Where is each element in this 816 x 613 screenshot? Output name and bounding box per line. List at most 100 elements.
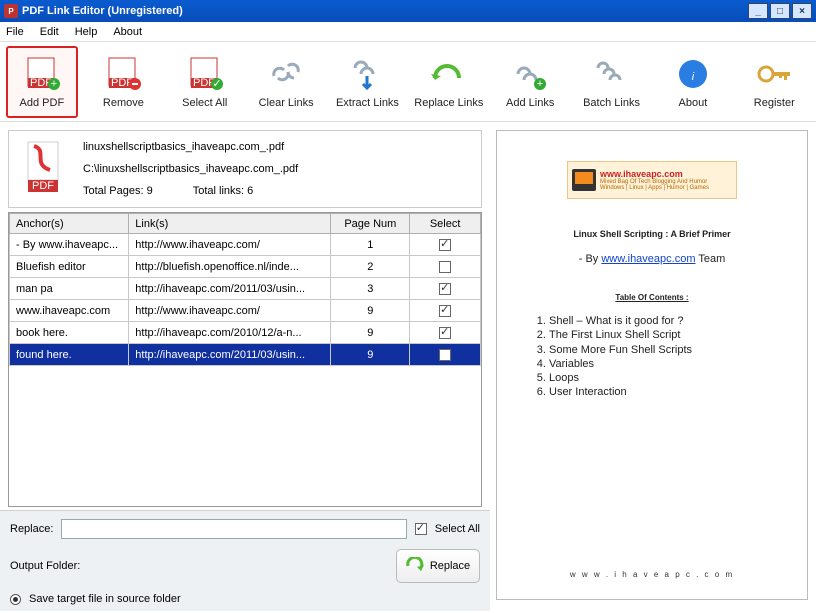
preview-toc-list: Shell – What is it good for ?The First L…	[531, 314, 783, 400]
svg-text:PDF: PDF	[32, 180, 54, 192]
cell-link: http://ihaveapc.com/2010/12/a-n...	[129, 322, 331, 344]
toolbar-add-pdf-label: Add PDF	[20, 97, 65, 109]
left-column: PDF linuxshellscriptbasics_ihaveapc.com_…	[0, 122, 490, 611]
preview-toc: Table Of Contents :	[521, 293, 783, 302]
preview-title: Linux Shell Scripting : A Brief Primer	[521, 229, 783, 239]
chain-clear-icon	[265, 55, 307, 93]
toolbar-about-label: About	[679, 97, 708, 109]
cell-page: 9	[331, 322, 410, 344]
select-all-label: Select All	[435, 523, 480, 535]
replace-input[interactable]	[61, 519, 406, 539]
toolbar-replace-links[interactable]: Replace Links	[413, 46, 484, 118]
maximize-button[interactable]: □	[770, 3, 790, 19]
title-bar: P PDF Link Editor (Unregistered) _ □ ×	[0, 0, 816, 22]
chain-batch-icon	[591, 55, 633, 93]
save-in-source-radio[interactable]	[10, 594, 21, 605]
save-in-source-label: Save target file in source folder	[29, 593, 181, 605]
cell-page: 2	[331, 256, 410, 278]
monitor-icon	[572, 169, 596, 191]
preview-by-link[interactable]: www.ihaveapc.com	[601, 253, 695, 265]
toolbar-clearlinks-label: Clear Links	[259, 97, 314, 109]
preview-banner: www.ihaveapc.com Mixed Bag Of Tech Blogg…	[567, 161, 737, 199]
links-grid: Anchor(s) Link(s) Page Num Select - By w…	[8, 212, 482, 507]
menu-help[interactable]: Help	[75, 26, 98, 38]
toolbar-batch-links[interactable]: Batch Links	[576, 46, 647, 118]
list-item: Some More Fun Shell Scripts	[549, 343, 783, 357]
replace-label: Replace:	[10, 523, 53, 535]
toolbar-register-label: Register	[754, 97, 795, 109]
bottom-panel: Replace: Select All Output Folder: Repla…	[0, 510, 490, 611]
cell-link: http://ihaveapc.com/2011/03/usin...	[129, 278, 331, 300]
menu-file[interactable]: File	[6, 26, 24, 38]
table-row[interactable]: man pahttp://ihaveapc.com/2011/03/usin..…	[10, 278, 481, 300]
toolbar-extractlinks-label: Extract Links	[336, 97, 399, 109]
table-row[interactable]: book here.http://ihaveapc.com/2010/12/a-…	[10, 322, 481, 344]
toolbar-remove-label: Remove	[103, 97, 144, 109]
menu-about[interactable]: About	[113, 26, 142, 38]
row-checkbox[interactable]	[439, 261, 451, 273]
pdf-add-icon: PDF+	[21, 55, 63, 93]
row-checkbox[interactable]	[439, 349, 451, 361]
svg-text:✓: ✓	[212, 78, 221, 90]
toolbar: PDF+ Add PDF PDF Remove PDF✓ Select All …	[0, 42, 816, 122]
toolbar-remove[interactable]: PDF Remove	[88, 46, 159, 118]
menu-edit[interactable]: Edit	[40, 26, 59, 38]
preview-byline: - By www.ihaveapc.com Team	[521, 253, 783, 265]
row-checkbox[interactable]	[439, 305, 451, 317]
app-icon: P	[4, 4, 18, 18]
cell-anchor: found here.	[10, 344, 129, 366]
cell-anchor: - By www.ihaveapc...	[10, 234, 129, 256]
replace-arrow-icon	[406, 557, 424, 575]
chain-replace-icon	[428, 55, 470, 93]
table-row[interactable]: - By www.ihaveapc...http://www.ihaveapc.…	[10, 234, 481, 256]
cell-page: 9	[331, 300, 410, 322]
col-anchor[interactable]: Anchor(s)	[10, 214, 129, 234]
file-path: C:\linuxshellscriptbasics_ihaveapc.com_.…	[83, 163, 471, 175]
cell-link: http://www.ihaveapc.com/	[129, 300, 331, 322]
cell-anchor: www.ihaveapc.com	[10, 300, 129, 322]
replace-button[interactable]: Replace	[396, 549, 480, 583]
svg-text:+: +	[537, 78, 543, 90]
toolbar-selectall-label: Select All	[182, 97, 227, 109]
toolbar-add-links[interactable]: + Add Links	[495, 46, 566, 118]
list-item: Loops	[549, 371, 783, 385]
col-select[interactable]: Select	[410, 214, 481, 234]
toolbar-register[interactable]: Register	[739, 46, 810, 118]
table-row[interactable]: www.ihaveapc.comhttp://www.ihaveapc.com/…	[10, 300, 481, 322]
row-checkbox[interactable]	[439, 239, 451, 251]
toolbar-extract-links[interactable]: Extract Links	[332, 46, 403, 118]
list-item: User Interaction	[549, 385, 783, 399]
cell-anchor: man pa	[10, 278, 129, 300]
close-button[interactable]: ×	[792, 3, 812, 19]
cell-page: 9	[331, 344, 410, 366]
chain-add-icon: +	[509, 55, 551, 93]
right-column: www.ihaveapc.com Mixed Bag Of Tech Blogg…	[490, 122, 816, 611]
cell-link: http://www.ihaveapc.com/	[129, 234, 331, 256]
col-page[interactable]: Page Num	[331, 214, 410, 234]
toolbar-clear-links[interactable]: Clear Links	[250, 46, 321, 118]
row-checkbox[interactable]	[439, 327, 451, 339]
toolbar-about[interactable]: i About	[657, 46, 728, 118]
replace-button-label: Replace	[430, 560, 470, 572]
cell-anchor: book here.	[10, 322, 129, 344]
total-pages: Total Pages: 9	[83, 185, 153, 197]
cell-anchor: Bluefish editor	[10, 256, 129, 278]
output-folder-label: Output Folder:	[10, 560, 80, 572]
toolbar-addlinks-label: Add Links	[506, 97, 554, 109]
minimize-button[interactable]: _	[748, 3, 768, 19]
banner-line3: Windows | Linux | Apps | Humor | Games	[600, 185, 709, 191]
row-checkbox[interactable]	[439, 283, 451, 295]
pdf-remove-icon: PDF	[102, 55, 144, 93]
toolbar-add-pdf[interactable]: PDF+ Add PDF	[6, 46, 78, 118]
banner-line1: www.ihaveapc.com	[600, 169, 709, 179]
table-row[interactable]: Bluefish editorhttp://bluefish.openoffic…	[10, 256, 481, 278]
toolbar-select-all[interactable]: PDF✓ Select All	[169, 46, 240, 118]
menu-bar: File Edit Help About	[0, 22, 816, 42]
pdf-file-icon: PDF	[19, 139, 69, 194]
list-item: Shell – What is it good for ?	[549, 314, 783, 328]
table-row[interactable]: found here.http://ihaveapc.com/2011/03/u…	[10, 344, 481, 366]
pdf-preview: www.ihaveapc.com Mixed Bag Of Tech Blogg…	[496, 130, 808, 600]
select-all-checkbox[interactable]	[415, 523, 427, 535]
svg-text:+: +	[51, 78, 57, 90]
col-link[interactable]: Link(s)	[129, 214, 331, 234]
